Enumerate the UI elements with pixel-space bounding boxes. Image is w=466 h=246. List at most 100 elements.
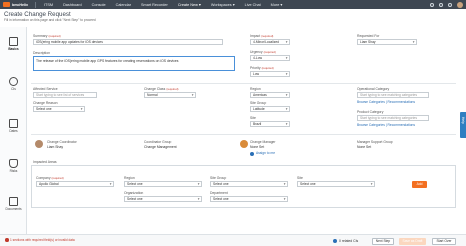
ci-icon bbox=[9, 77, 18, 86]
change-reason-label: Change Reason bbox=[33, 101, 58, 105]
organization-select[interactable]: Select one bbox=[124, 196, 202, 202]
help-tab-label: Help bbox=[461, 117, 465, 124]
start-over-button[interactable]: Start Over bbox=[432, 237, 456, 245]
priority-label: Priority(required) bbox=[250, 66, 274, 70]
section-divider bbox=[31, 83, 456, 84]
notifications-icon[interactable] bbox=[439, 2, 443, 7]
region-select[interactable]: Americas bbox=[250, 92, 290, 98]
documents-icon bbox=[9, 197, 18, 206]
section-rail: Basics CIs Dates Risks Documents bbox=[0, 27, 27, 234]
change-class-select[interactable]: Normal bbox=[144, 92, 196, 98]
page-title: Create Change Request bbox=[4, 11, 71, 18]
section-divider bbox=[31, 134, 456, 135]
change-manager-name[interactable]: None Set bbox=[250, 145, 264, 149]
page-hint: Fill in information on this page and cli… bbox=[4, 18, 96, 22]
validation-warning-text: 1 sections with required field(s) or inv… bbox=[10, 238, 75, 242]
coordinator-group-name[interactable]: Change Management bbox=[144, 145, 177, 149]
help-tab[interactable]: Help bbox=[460, 112, 466, 138]
requested-for-select[interactable]: Liam Shay bbox=[357, 39, 417, 45]
change-coordinator-label: Change Coordinator bbox=[47, 140, 77, 144]
nav-item-calendar[interactable]: Calendar bbox=[111, 3, 136, 7]
assign-to-me-icon bbox=[250, 151, 254, 156]
manager-support-group-label: Manager Support Group bbox=[357, 140, 393, 144]
coordinator-group-label: Coordinator Group bbox=[144, 140, 172, 144]
add-impacted-area-button[interactable]: Add bbox=[412, 180, 427, 188]
top-nav: bmcHelix ITSM Dashboard Console Calendar… bbox=[0, 0, 466, 9]
urgency-label: Urgency(required) bbox=[250, 50, 276, 54]
change-coordinator-name[interactable]: Liam Shay bbox=[47, 145, 63, 149]
next-step-button[interactable]: Next Step bbox=[372, 237, 394, 245]
error-icon bbox=[5, 238, 9, 242]
nav-item-workspaces[interactable]: Workspaces ▾ bbox=[206, 2, 240, 7]
rail-label: Dates bbox=[9, 129, 18, 133]
brand-logo[interactable]: bmcHelix bbox=[0, 0, 32, 9]
department-label: Department bbox=[210, 191, 228, 195]
organization-label: Organization bbox=[124, 191, 144, 195]
rail-item-dates[interactable]: Dates bbox=[0, 119, 27, 133]
impacted-site-select[interactable]: Select one bbox=[297, 181, 375, 187]
help-icon[interactable] bbox=[448, 2, 452, 7]
product-category-links[interactable]: Browse Categories | Recommendations bbox=[357, 123, 415, 127]
description-label: Description bbox=[33, 51, 50, 55]
footer-bar: 1 sections with required field(s) or inv… bbox=[0, 234, 466, 246]
affected-service-label: Affected Service bbox=[33, 87, 58, 91]
related-cis-icon bbox=[333, 239, 337, 243]
priority-select[interactable]: Low bbox=[250, 71, 290, 77]
nav-item-live-chat[interactable]: Live Chat bbox=[240, 3, 266, 7]
company-select[interactable]: Apollo Global bbox=[36, 181, 114, 187]
rail-item-risks[interactable]: Risks bbox=[0, 159, 27, 173]
region-label: Region bbox=[250, 87, 261, 91]
change-manager-avatar bbox=[240, 140, 248, 148]
nav-item-smart-recorder[interactable]: Smart Recorder bbox=[136, 3, 173, 7]
urgency-select[interactable]: 4-Low bbox=[250, 55, 290, 61]
impacted-site-label: Site bbox=[297, 176, 303, 180]
change-reason-select[interactable]: Select one bbox=[33, 106, 85, 112]
operational-category-input[interactable]: Start typing to see matching categories bbox=[357, 92, 429, 98]
site-group-select[interactable]: Latitude bbox=[250, 106, 290, 112]
operational-category-label: Operational Category bbox=[357, 87, 390, 91]
change-class-label: Change Class(required) bbox=[144, 87, 179, 91]
department-select[interactable]: Select one bbox=[210, 196, 288, 202]
site-group-label: Site Group bbox=[250, 101, 267, 105]
rail-label: CIs bbox=[11, 87, 16, 91]
search-icon[interactable] bbox=[430, 2, 434, 7]
risk-icon bbox=[9, 159, 18, 168]
rail-label: Risks bbox=[9, 169, 18, 173]
summary-label: Summary(required) bbox=[33, 34, 61, 38]
requested-for-label: Requested For bbox=[357, 34, 380, 38]
affected-service-input[interactable]: Start typing to see list of services bbox=[33, 92, 97, 98]
rail-item-documents[interactable]: Documents bbox=[0, 197, 27, 211]
impact-select[interactable]: 4-Minor/Localized bbox=[250, 39, 290, 45]
company-label: Company(required) bbox=[36, 176, 64, 180]
impact-label: Impact(required) bbox=[250, 34, 274, 38]
product-category-label: Product Category bbox=[357, 110, 384, 114]
nav-item-dashboard[interactable]: Dashboard bbox=[58, 3, 87, 7]
change-coordinator-avatar bbox=[35, 140, 43, 148]
impacted-site-group-select[interactable]: Select one bbox=[210, 181, 288, 187]
assign-to-me-link[interactable]: Assign to me bbox=[256, 151, 275, 155]
manager-support-group-name[interactable]: None Set bbox=[357, 145, 371, 149]
nav-item-console[interactable]: Console bbox=[87, 3, 111, 7]
rail-item-basics[interactable]: Basics bbox=[0, 37, 27, 51]
save-as-draft-button[interactable]: Save as Draft bbox=[399, 237, 426, 245]
user-avatar[interactable] bbox=[457, 1, 463, 8]
related-cis-count[interactable]: 0 related CIs bbox=[339, 239, 358, 243]
brand-mark-icon bbox=[3, 2, 10, 7]
calendar-icon bbox=[9, 119, 18, 128]
impacted-region-select[interactable]: Select one bbox=[124, 181, 202, 187]
product-category-input[interactable]: Start typing to see matching categories bbox=[357, 115, 429, 121]
nav-divider bbox=[34, 1, 36, 8]
validation-warning: 1 sections with required field(s) or inv… bbox=[5, 238, 75, 242]
impacted-areas-label: Impacted Areas bbox=[33, 160, 57, 164]
nav-item-create-new[interactable]: Create New ▾ bbox=[173, 2, 206, 7]
site-select[interactable]: Brazil bbox=[250, 121, 290, 127]
summary-field[interactable]: iOS(ering mobile app updates for iOS dev… bbox=[33, 39, 223, 45]
brand-name: bmcHelix bbox=[12, 2, 28, 7]
product-name: ITSM bbox=[43, 2, 54, 7]
description-textarea[interactable]: The release of the iOS(ering mobile app … bbox=[33, 56, 235, 71]
operational-category-links[interactable]: Browse Categories | Recommendations bbox=[357, 100, 415, 104]
site-label: Site bbox=[250, 116, 256, 120]
rail-label: Documents bbox=[5, 207, 22, 211]
nav-item-more[interactable]: More ▾ bbox=[266, 2, 288, 7]
rail-item-cis[interactable]: CIs bbox=[0, 77, 27, 91]
